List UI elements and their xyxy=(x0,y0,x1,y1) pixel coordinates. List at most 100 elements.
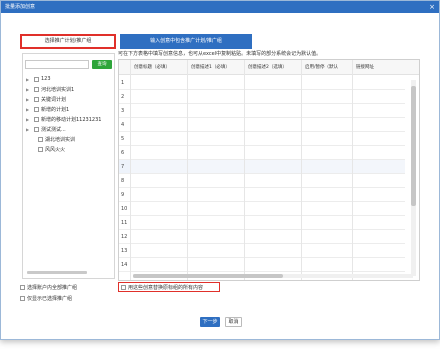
grid-hint: 可在下方表格中填写创意信息，也可从excel中复制粘贴。未填写的部分系统会记为默… xyxy=(118,51,322,57)
grid-row[interactable] xyxy=(130,202,405,216)
row-number: 3 xyxy=(119,104,130,118)
grid-row[interactable] xyxy=(130,118,405,132)
dialog-titlebar: 批量添加创意 × xyxy=(1,1,439,13)
checkbox-icon[interactable] xyxy=(34,76,39,82)
grid-row[interactable] xyxy=(130,230,405,244)
checkbox-icon[interactable] xyxy=(20,285,25,290)
search-input[interactable] xyxy=(25,60,89,69)
search-row: 查询 xyxy=(25,60,112,69)
column-header: 创意描述2（选填） xyxy=(244,60,301,75)
checkbox-icon[interactable] xyxy=(20,296,25,301)
row-number: 1 xyxy=(119,76,130,90)
grid-horizontal-scrollbar[interactable] xyxy=(133,274,413,278)
option-label: 选择账户内全部推广组 xyxy=(27,285,78,291)
tree-item[interactable]: ▶ 新增的计划1 xyxy=(26,104,118,114)
scrollbar-thumb[interactable] xyxy=(411,86,416,206)
creative-grid[interactable]: 创意标题（必填） 创意描述1（必填） 创意描述2（选填） 启用/暂停（默认 链接… xyxy=(118,59,420,281)
tree-item-label: 河北培训实训1 xyxy=(41,86,75,93)
grid-row[interactable] xyxy=(130,216,405,230)
grid-row[interactable] xyxy=(130,90,405,104)
grid-divider xyxy=(187,60,188,280)
grid-divider xyxy=(244,60,245,280)
batch-add-creative-dialog: 批量添加创意 × 选择推广计划/推广组 输入创意中包含推广计划/推广组 查询 ▶… xyxy=(0,0,440,340)
grid-header: 创意标题（必填） 创意描述1（必填） 创意描述2（选填） 启用/暂停（默认 链接… xyxy=(119,60,419,75)
expand-arrow-icon[interactable]: ▶ xyxy=(26,77,34,82)
checkbox-icon[interactable] xyxy=(34,116,39,122)
cancel-button[interactable]: 取消 xyxy=(225,317,242,327)
plan-tree-panel: 查询 ▶ 123 ▶ 河北培训实训1 ▶ 关键词计划 ▶ 新增的计划1 ▶ 新增的移动计划1123… xyxy=(22,53,115,279)
tab-bar: 选择推广计划/推广组 输入创意中包含推广计划/推广组 xyxy=(20,34,252,49)
left-options: 选择账户内全部推广组 仅显示已选择推广组 xyxy=(20,282,77,304)
grid-divider xyxy=(301,60,302,280)
row-numbers: 1 2 3 4 5 6 7 8 9 10 11 12 13 14 xyxy=(119,76,130,272)
expand-arrow-icon[interactable]: ▶ xyxy=(26,87,34,92)
option-label: 仅显示已选择推广组 xyxy=(27,296,73,302)
scrollbar-thumb[interactable] xyxy=(133,274,283,278)
tree-item[interactable]: ▶ 河北培训实训1 xyxy=(26,84,118,94)
grid-row[interactable] xyxy=(130,258,405,272)
checkbox-icon[interactable] xyxy=(121,284,126,290)
grid-row[interactable] xyxy=(130,160,405,174)
row-number: 7 xyxy=(119,160,130,174)
tree-item-label: 新增的计划1 xyxy=(41,106,70,113)
grid-row[interactable] xyxy=(130,174,405,188)
tree-item[interactable]: 风风火火 xyxy=(26,144,118,154)
grid-rows xyxy=(130,76,405,272)
tree-item-label: 新增的移动计划11231231 xyxy=(41,116,102,123)
plan-tree: ▶ 123 ▶ 河北培训实训1 ▶ 关键词计划 ▶ 新增的计划1 ▶ 新增的移动计划1123123… xyxy=(26,74,118,154)
row-number: 9 xyxy=(119,188,130,202)
checkbox-icon[interactable] xyxy=(38,136,43,142)
checkbox-icon[interactable] xyxy=(34,106,39,112)
column-header: 启用/暂停（默认 xyxy=(301,60,352,75)
tree-item[interactable]: 湖北培训实训 xyxy=(26,134,118,144)
row-number: 4 xyxy=(119,118,130,132)
tree-item[interactable]: ▶ 关键词计划 xyxy=(26,94,118,104)
tree-item[interactable]: ▶ 新增的移动计划11231231 xyxy=(26,114,118,124)
row-number: 13 xyxy=(119,244,130,258)
grid-row[interactable] xyxy=(130,188,405,202)
tab-select-plan-group[interactable]: 选择推广计划/推广组 xyxy=(20,34,116,49)
column-header: 链接网址 xyxy=(352,60,409,75)
replace-content-option[interactable]: 用这些创意替换原标组的所有内容 xyxy=(118,282,220,292)
grid-row[interactable] xyxy=(130,132,405,146)
expand-arrow-icon[interactable]: ▶ xyxy=(26,127,34,132)
tree-item-label: 湖北培训实训 xyxy=(45,136,76,143)
row-number: 14 xyxy=(119,258,130,272)
column-header: 创意标题（必填） xyxy=(130,60,187,75)
tree-item-label: 关键词计划 xyxy=(41,96,67,103)
dialog-title: 批量添加创意 xyxy=(5,4,36,10)
checkbox-icon[interactable] xyxy=(34,126,39,132)
row-number: 2 xyxy=(119,90,130,104)
checkbox-icon[interactable] xyxy=(38,146,43,152)
checkbox-icon[interactable] xyxy=(34,86,39,92)
expand-arrow-icon[interactable]: ▶ xyxy=(26,107,34,112)
expand-arrow-icon[interactable]: ▶ xyxy=(26,97,34,102)
tree-item[interactable]: ▶ 测试测试... xyxy=(26,124,118,134)
replace-option-label: 用这些创意替换原标组的所有内容 xyxy=(128,284,204,291)
grid-row[interactable] xyxy=(130,146,405,160)
grid-divider xyxy=(352,60,353,280)
row-number: 10 xyxy=(119,202,130,216)
row-number: 8 xyxy=(119,174,130,188)
expand-arrow-icon[interactable]: ▶ xyxy=(26,117,34,122)
grid-row[interactable] xyxy=(130,104,405,118)
dialog-footer: 下一步 取消 xyxy=(1,317,440,327)
tree-item-label: 123 xyxy=(41,76,51,82)
tree-item[interactable]: ▶ 123 xyxy=(26,74,118,84)
option-select-all-groups[interactable]: 选择账户内全部推广组 xyxy=(20,282,77,293)
option-show-selected-only[interactable]: 仅显示已选择推广组 xyxy=(20,293,77,304)
grid-row[interactable] xyxy=(130,76,405,90)
next-button[interactable]: 下一步 xyxy=(200,317,220,327)
grid-divider xyxy=(130,60,131,280)
tab-input-plan-group[interactable]: 输入创意中包含推广计划/推广组 xyxy=(120,34,252,49)
tree-item-label: 测试测试... xyxy=(41,126,66,133)
checkbox-icon[interactable] xyxy=(34,96,39,102)
grid-row[interactable] xyxy=(130,244,405,258)
tree-horizontal-scrollbar[interactable] xyxy=(27,271,87,274)
search-button[interactable]: 查询 xyxy=(92,60,112,69)
row-number: 5 xyxy=(119,132,130,146)
close-icon[interactable]: × xyxy=(429,1,435,13)
column-header: 创意描述1（必填） xyxy=(187,60,244,75)
grid-vertical-scrollbar[interactable] xyxy=(411,80,416,276)
row-number: 11 xyxy=(119,216,130,230)
